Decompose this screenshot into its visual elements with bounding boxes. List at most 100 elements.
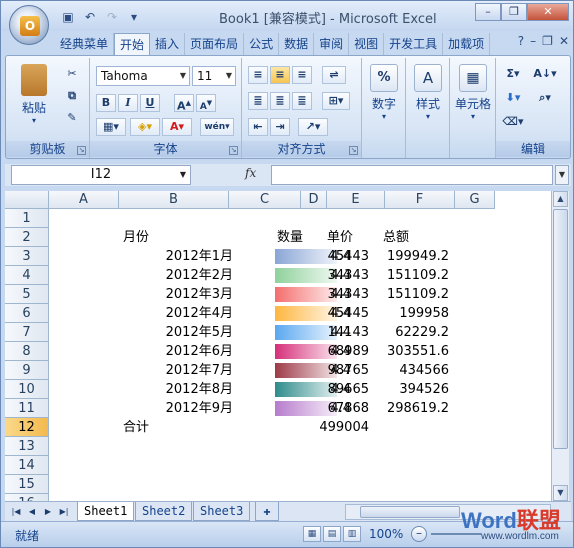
tab-5[interactable]: 数据 <box>279 33 315 55</box>
header-total[interactable]: 总额 <box>383 228 433 247</box>
cell-month[interactable]: 2012年4月 <box>139 304 233 323</box>
vertical-scrollbar[interactable]: ▲ ▼ <box>551 191 569 501</box>
autosum-icon[interactable]: Σ▾ <box>500 66 526 84</box>
column-header-E[interactable]: E <box>327 191 385 209</box>
column-header-A[interactable]: A <box>49 191 119 209</box>
restore-button[interactable]: ❐ <box>501 3 527 21</box>
zoom-out-icon[interactable]: – <box>411 526 427 542</box>
row-header-2[interactable]: 2 <box>5 228 49 247</box>
row-header-1[interactable]: 1 <box>5 209 49 228</box>
fill-icon[interactable]: ⬇▾ <box>500 90 526 108</box>
cell-month[interactable]: 2012年9月 <box>139 399 233 418</box>
orientation-icon[interactable]: ↗▾ <box>298 118 328 136</box>
cell-month[interactable]: 2012年7月 <box>139 361 233 380</box>
customize-icon[interactable]: ▾ <box>125 8 143 26</box>
column-header-G[interactable]: G <box>455 191 495 209</box>
column-header-B[interactable]: B <box>119 191 229 209</box>
cell-total[interactable]: 199958 <box>385 304 449 323</box>
tab-4[interactable]: 公式 <box>244 33 280 55</box>
cell-price[interactable]: 4.4 <box>321 247 351 266</box>
cell-month[interactable]: 2012年8月 <box>139 380 233 399</box>
cell-price[interactable]: 4.4 <box>321 361 351 380</box>
copy-icon[interactable]: ⧉ <box>62 88 82 106</box>
cell-price[interactable]: 4.4 <box>321 285 351 304</box>
align-left-icon[interactable]: ≣ <box>248 92 268 110</box>
redo-icon[interactable]: ↷ <box>103 8 121 26</box>
decrease-indent-icon[interactable]: ⇤ <box>248 118 268 136</box>
cell-total[interactable]: 62229.2 <box>385 323 449 342</box>
row-header-12[interactable]: 12 <box>5 418 49 437</box>
number-format-button[interactable]: % 数字 ▾ <box>366 64 402 121</box>
insert-sheet-icon[interactable]: ✚ <box>255 502 279 521</box>
row-header-16[interactable]: 16 <box>5 494 49 501</box>
cell-total[interactable]: 199949.2 <box>385 247 449 266</box>
align-top-icon[interactable]: ≡ <box>248 66 268 84</box>
vertical-scroll-thumb[interactable] <box>553 209 568 449</box>
cut-icon[interactable]: ✂ <box>62 66 82 84</box>
row-header-10[interactable]: 10 <box>5 380 49 399</box>
select-all-button[interactable] <box>5 191 49 209</box>
paste-button[interactable]: 粘贴 ▾ <box>14 64 54 125</box>
clear-icon[interactable]: ⌫▾ <box>500 114 526 132</box>
row-header-13[interactable]: 13 <box>5 437 49 456</box>
row-header-4[interactable]: 4 <box>5 266 49 285</box>
expand-formula-icon[interactable]: ▼ <box>555 165 569 185</box>
sheet-tab-sheet1[interactable]: Sheet1 <box>77 502 135 521</box>
increase-indent-icon[interactable]: ⇥ <box>270 118 290 136</box>
formula-input[interactable] <box>271 165 553 185</box>
tab-3[interactable]: 页面布局 <box>185 33 245 55</box>
cell-price[interactable]: 4.4 <box>321 342 351 361</box>
horizontal-scroll-thumb[interactable] <box>360 506 460 518</box>
undo-icon[interactable]: ↶ <box>81 8 99 26</box>
find-select-icon[interactable]: ⌕▾ <box>530 90 560 108</box>
cells-button[interactable]: ▦ 单元格 ▾ <box>452 64 494 121</box>
row-header-14[interactable]: 14 <box>5 456 49 475</box>
minimize-button[interactable]: – <box>475 3 501 21</box>
column-header-D[interactable]: D <box>301 191 327 209</box>
row-header-7[interactable]: 7 <box>5 323 49 342</box>
cell-total[interactable]: 298619.2 <box>385 399 449 418</box>
row-header-3[interactable]: 3 <box>5 247 49 266</box>
italic-button[interactable]: I <box>118 94 138 112</box>
wrap-text-icon[interactable]: ⇌ <box>322 66 346 84</box>
row-header-8[interactable]: 8 <box>5 342 49 361</box>
column-header-F[interactable]: F <box>385 191 455 209</box>
total-qty[interactable]: 499004 <box>301 418 369 437</box>
row-header-9[interactable]: 9 <box>5 361 49 380</box>
dialog-launcher-icon[interactable]: ↘ <box>229 146 238 155</box>
dialog-launcher-icon[interactable]: ↘ <box>77 146 86 155</box>
fx-icon[interactable]: fx <box>245 166 256 180</box>
sheet-tab-sheet3[interactable]: Sheet3 <box>193 502 251 521</box>
row-header-11[interactable]: 11 <box>5 399 49 418</box>
cell-month[interactable]: 2012年6月 <box>139 342 233 361</box>
cell-price[interactable]: 4.4 <box>321 266 351 285</box>
fill-color-icon[interactable]: ◈▾ <box>130 118 160 136</box>
column-header-C[interactable]: C <box>229 191 301 209</box>
tab-6[interactable]: 审阅 <box>314 33 350 55</box>
font-family-select[interactable]: Tahoma ▼ <box>96 66 190 86</box>
cell-total[interactable]: 303551.6 <box>385 342 449 361</box>
zoom-level[interactable]: 100% <box>369 527 403 541</box>
cell-price[interactable]: 4.4 <box>321 323 351 342</box>
header-month[interactable]: 月份 <box>123 228 193 247</box>
sort-filter-icon[interactable]: A↓▾ <box>530 66 560 84</box>
align-middle-icon[interactable]: ≡ <box>270 66 290 84</box>
tab-1[interactable]: 开始 <box>114 33 151 55</box>
name-box[interactable]: I12 ▼ <box>11 165 191 185</box>
total-label[interactable]: 合计 <box>123 418 183 437</box>
cell-price[interactable]: 4.4 <box>321 304 351 323</box>
office-button[interactable]: O <box>9 5 49 45</box>
cell-total[interactable]: 394526 <box>385 380 449 399</box>
phonetic-icon[interactable]: wén▾ <box>200 118 234 136</box>
cell-total[interactable]: 434566 <box>385 361 449 380</box>
align-bottom-icon[interactable]: ≡ <box>292 66 312 84</box>
grow-font-icon[interactable]: A▲ <box>174 94 194 113</box>
first-sheet-icon[interactable]: |◀ <box>9 505 23 519</box>
save-icon[interactable]: ▣ <box>59 8 77 26</box>
tab-8[interactable]: 开发工具 <box>384 33 444 55</box>
row-header-6[interactable]: 6 <box>5 304 49 323</box>
close-button[interactable]: ✕ <box>527 3 569 21</box>
cell-month[interactable]: 2012年5月 <box>139 323 233 342</box>
styles-button[interactable]: A 样式 ▾ <box>410 64 446 121</box>
cell-month[interactable]: 2012年3月 <box>139 285 233 304</box>
